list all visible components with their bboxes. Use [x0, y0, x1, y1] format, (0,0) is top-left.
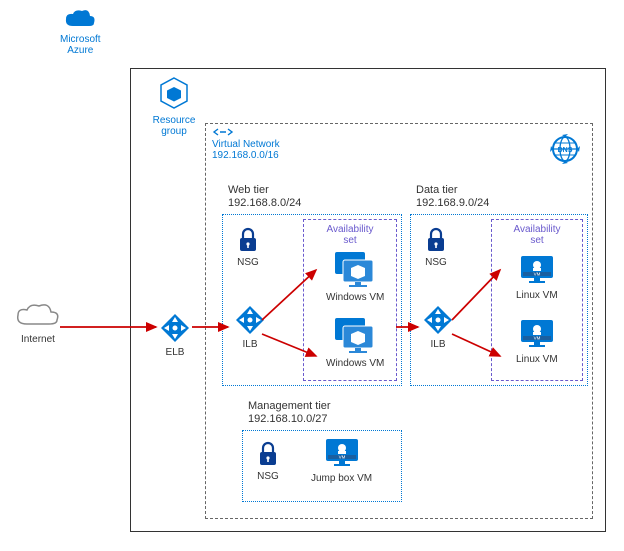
- data-vm2-node: VM Linux VM: [516, 318, 558, 365]
- web-nsg-label: NSG: [237, 257, 259, 268]
- data-vm1-label: Linux VM: [516, 290, 558, 301]
- vm-icon: VM: [324, 437, 360, 469]
- data-tier-cidr: 192.168.9.0/24: [416, 197, 489, 210]
- svg-text:VM: VM: [533, 272, 540, 277]
- mgmt-nsg-label: NSG: [257, 471, 279, 482]
- web-tier-header: Web tier 192.168.8.0/24: [228, 184, 301, 210]
- data-avail-title: Availabilityset: [492, 224, 582, 246]
- resource-group-box: Resourcegroup Virtual Network 192.168.0.…: [130, 68, 606, 532]
- web-ilb-node: ILB: [235, 305, 265, 350]
- resource-group-icon: Resourcegroup: [149, 75, 199, 137]
- vnet-title: Virtual Network: [212, 139, 280, 150]
- cloud-icon: [63, 8, 97, 32]
- load-balancer-icon: [235, 305, 265, 335]
- vm-stack-icon: [333, 250, 377, 288]
- vm-icon: VM: [519, 318, 555, 350]
- jumpbox-label: Jump box VM: [311, 473, 372, 484]
- resource-group-label: Resourcegroup: [149, 115, 199, 137]
- web-availability-set: Availabilityset Windows VM: [303, 219, 397, 381]
- svg-text:DNS: DNS: [558, 147, 573, 154]
- web-ilb-label: ILB: [235, 339, 265, 350]
- web-nsg-node: NSG: [237, 227, 259, 268]
- data-ilb-node: ILB: [423, 305, 453, 350]
- data-nsg-label: NSG: [425, 257, 447, 268]
- data-vm1-node: VM Linux VM: [516, 254, 558, 301]
- vm-icon: VM: [519, 254, 555, 286]
- data-vm2-label: Linux VM: [516, 354, 558, 365]
- data-tier-title: Data tier: [416, 184, 489, 197]
- web-vm1-node: Windows VM: [326, 250, 384, 303]
- mgmt-tier-title: Management tier: [248, 400, 331, 413]
- web-vm2-label: Windows VM: [326, 358, 384, 369]
- lock-icon: [425, 227, 447, 253]
- web-avail-title: Availabilityset: [304, 224, 396, 246]
- mgmt-nsg-node: NSG: [257, 441, 279, 482]
- web-vm2-node: Windows VM: [326, 316, 384, 369]
- jumpbox-node: VM Jump box VM: [311, 437, 372, 484]
- azure-label: MicrosoftAzure: [60, 34, 101, 56]
- vnet-cidr: 192.168.0.0/16: [212, 150, 280, 161]
- data-nsg-node: NSG: [425, 227, 447, 268]
- dns-icon: DNS: [548, 132, 582, 169]
- data-tier-header: Data tier 192.168.9.0/24: [416, 184, 489, 210]
- web-tier-box: NSG ILB Availabilityset: [222, 214, 402, 386]
- web-tier-cidr: 192.168.8.0/24: [228, 197, 301, 210]
- vnet-box: Virtual Network 192.168.0.0/16 DNS Web t…: [205, 123, 593, 519]
- internet-label: Internet: [8, 334, 68, 345]
- load-balancer-icon: [423, 305, 453, 335]
- vm-stack-icon: [333, 316, 377, 354]
- svg-text:VM: VM: [533, 336, 540, 341]
- lock-icon: [257, 441, 279, 467]
- lock-icon: [237, 227, 259, 253]
- mgmt-tier-box: NSG VM Jump box VM: [242, 430, 402, 502]
- svg-text:VM: VM: [338, 455, 345, 460]
- vnet-icon: [212, 126, 234, 138]
- vnet-header: Virtual Network 192.168.0.0/16: [212, 126, 280, 161]
- data-ilb-label: ILB: [423, 339, 453, 350]
- web-vm1-label: Windows VM: [326, 292, 384, 303]
- mgmt-tier-header: Management tier 192.168.10.0/27: [248, 400, 331, 426]
- cloud-icon: [13, 300, 63, 330]
- internet-node: Internet: [8, 300, 68, 345]
- data-tier-box: NSG ILB Availabilityset VM: [410, 214, 588, 386]
- data-availability-set: Availabilityset VM Linux VM VM: [491, 219, 583, 381]
- mgmt-tier-cidr: 192.168.10.0/27: [248, 413, 331, 426]
- web-tier-title: Web tier: [228, 184, 301, 197]
- azure-logo: MicrosoftAzure: [60, 8, 101, 56]
